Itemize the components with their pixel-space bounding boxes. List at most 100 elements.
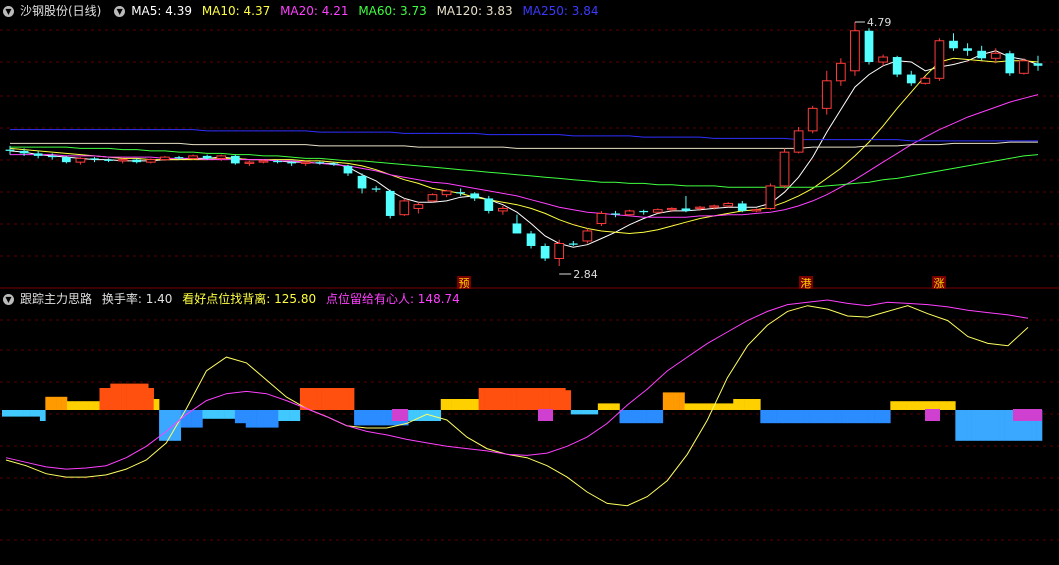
candle-down (892, 57, 902, 75)
candle-down (385, 190, 395, 216)
momentum-bar-up (944, 401, 951, 410)
momentum-bar-up (337, 388, 344, 410)
indicator-name[interactable]: 跟踪主力思路 (20, 292, 92, 306)
candle-up (258, 160, 269, 163)
momentum-bar-up (332, 388, 339, 410)
momentum-bar-down (364, 410, 371, 426)
momentum-bar-down (814, 410, 821, 424)
momentum-bar-up (467, 399, 474, 410)
candle-down (906, 74, 916, 84)
momentum-bar-down (630, 410, 637, 424)
momentum-bar-up (597, 403, 604, 410)
collapse-icon[interactable]: ▼ (3, 6, 14, 17)
momentum-bar-up (137, 383, 144, 410)
candle-up (498, 207, 508, 212)
candle-up (188, 155, 198, 159)
momentum-bar-up (310, 388, 317, 410)
candle-down (540, 245, 550, 259)
momentum-bar-up (603, 403, 609, 410)
momentum-bar-down (798, 410, 804, 424)
momentum-bar-up (77, 401, 84, 410)
momentum-bar-down (7, 410, 14, 417)
turnover-label: 换手率: 1.40 (101, 292, 173, 306)
marker-label: 港 (801, 277, 812, 290)
momentum-bar-up (722, 403, 729, 410)
momentum-bar-up (614, 403, 620, 410)
low-price-label: 2.84 (573, 268, 598, 281)
indicator-legend: ▼ 跟踪主力思路 换手率: 1.40 看好点位找背离: 125.80 点位留给有心… (0, 290, 466, 308)
momentum-bar-up (917, 401, 924, 410)
candle-up (793, 130, 804, 153)
candle-down (47, 155, 57, 158)
candle-up (990, 52, 1001, 59)
candle-up (244, 161, 255, 164)
candle-up (554, 242, 565, 259)
momentum-bar-up (684, 403, 691, 410)
momentum-bar-down (863, 410, 869, 424)
candle-down (1005, 53, 1015, 74)
momentum-bar-up (148, 388, 154, 410)
momentum-bar-up (446, 399, 452, 410)
candle-down (963, 48, 972, 51)
momentum-bar-up (343, 388, 349, 410)
candle-up (300, 161, 311, 164)
momentum-bar-down (776, 410, 783, 424)
ma-line-ma250 (10, 129, 1038, 142)
candle-down (343, 165, 353, 174)
candle-down (315, 162, 325, 164)
candle-down (132, 159, 142, 163)
candle-down (568, 243, 578, 245)
momentum-bar-down (202, 410, 209, 419)
candle-down (1033, 63, 1043, 66)
candle-up (821, 80, 832, 109)
momentum-bar-down (207, 410, 214, 419)
momentum-bar-down (229, 410, 236, 419)
momentum-bar-up (912, 401, 918, 410)
momentum-bar-down (370, 410, 377, 426)
ma-toggle-icon[interactable]: ▼ (114, 6, 126, 17)
momentum-bar-down (760, 410, 767, 424)
momentum-bar-down (23, 410, 30, 417)
momentum-bar-down (12, 410, 19, 417)
momentum-bar-up (668, 392, 674, 410)
ma-line-ma20 (10, 94, 1039, 218)
momentum-bar-up (457, 399, 463, 410)
momentum-bar-down (993, 410, 999, 441)
indicator-toggle-icon[interactable]: ▼ (3, 294, 14, 305)
momentum-bar-down (830, 410, 837, 424)
momentum-bar-down (213, 410, 219, 419)
momentum-bar-up (700, 403, 707, 410)
candle-up (216, 155, 227, 159)
candle-down (19, 150, 29, 154)
momentum-bar-down (782, 410, 788, 424)
momentum-bar-down (868, 410, 875, 424)
momentum-bar-down (224, 410, 230, 419)
candle-down (864, 30, 874, 63)
momentum-bar-up (673, 392, 680, 410)
candle-down (5, 149, 15, 151)
momentum-bar-up (543, 388, 550, 410)
candle-down (287, 162, 297, 164)
momentum-bar-up (99, 388, 106, 410)
momentum-bar-down (435, 410, 442, 421)
momentum-bar-highlight (1013, 409, 1042, 421)
candle-up (399, 200, 410, 216)
candle-up (934, 40, 945, 79)
ma60-label: MA60: 3.73 (358, 4, 427, 18)
momentum-bar-down (884, 410, 891, 424)
candle-up (1019, 60, 1029, 74)
momentum-bar-down (245, 410, 252, 428)
momentum-bar-up (478, 388, 485, 410)
momentum-bar-up (738, 399, 745, 410)
candle-down (456, 192, 465, 194)
momentum-bar-up (126, 383, 133, 410)
candle-up (723, 202, 734, 207)
momentum-bar-up (901, 401, 907, 410)
momentum-bar-up (500, 388, 507, 410)
high-price-label: 4.79 (867, 16, 892, 29)
candle-down (90, 158, 99, 160)
momentum-bar-down (879, 410, 886, 424)
stock-name[interactable]: 沙钢股份(日线) (20, 4, 101, 18)
momentum-bar-up (906, 401, 913, 410)
momentum-bar-up (922, 401, 929, 410)
